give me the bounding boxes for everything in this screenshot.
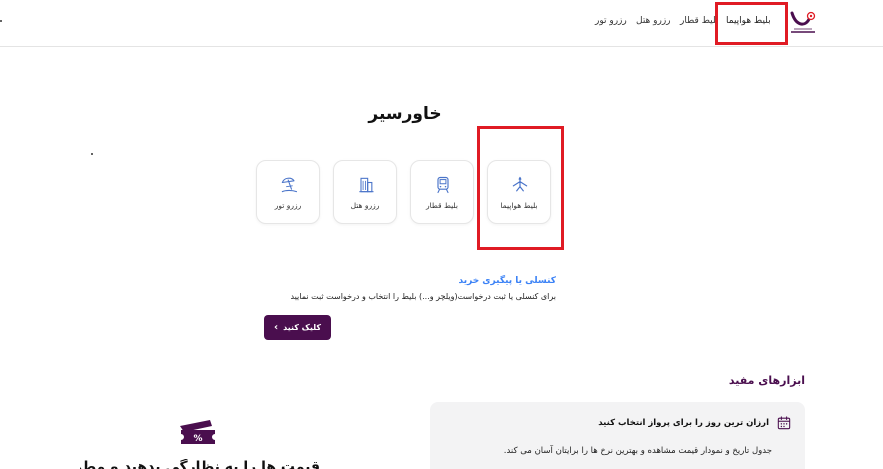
top-navbar: بلیط هواپیما بلیط قطار رزرو هتل رزرو تور [0,0,883,47]
price-compare-heading: قیمت ها را به نظارگی بدهید و مطمئن شوید [80,459,320,469]
nav-item-tour-reservation[interactable]: رزرو تور [595,16,627,26]
service-label-hotel: رزرو هتل [350,201,380,210]
ticket-discount-icon: % [180,420,215,444]
cheapest-day-title: ارزان ترین روز را برای پرواز انتخاب کنید [598,418,769,428]
nav-item-flight-ticket[interactable]: بلیط هواپیما [726,16,771,26]
service-label-flight: بلیط هواپیما [500,201,538,210]
service-card-flight[interactable]: بلیط هواپیما [487,160,551,224]
airplane-icon [512,176,528,192]
chevron-left-icon: ‹ [273,321,279,333]
brand-title: خاورسیر [368,104,442,124]
service-card-tour[interactable]: رزرو تور [256,160,320,224]
stray-dot [91,153,93,155]
calendar-icon [777,416,791,430]
click-here-label: کلیک کنید [283,323,322,332]
beach-umbrella-icon [281,177,298,193]
cancel-section-title[interactable]: کنسلی یا پیگیری خرید [459,276,556,286]
cancel-section-description: برای کنسلی یا ثبت درخواست(ویلچر و...) بل… [290,292,556,301]
service-label-tour: رزرو تور [274,201,302,210]
service-card-train[interactable]: بلیط قطار [410,160,474,224]
service-card-hotel[interactable]: رزرو هتل [333,160,397,224]
useful-tools-title: ابزارهای مفید [728,374,805,387]
click-here-button[interactable]: ‹ کلیک کنید [264,315,331,340]
cheapest-day-description: جدول تاریخ و نمودار قیمت مشاهده و بهترین… [503,446,772,456]
svg-text:%: % [193,434,202,444]
hotel-icon [359,177,374,193]
train-icon [437,176,449,194]
cheapest-day-card[interactable]: ارزان ترین روز را برای پرواز انتخاب کنید… [430,402,805,469]
khavarseir-logo-icon[interactable] [788,8,818,36]
nav-item-train-ticket[interactable]: بلیط قطار [680,16,718,26]
stray-dot [0,20,2,22]
nav-item-hotel-reservation[interactable]: رزرو هتل [636,16,671,26]
service-label-train: بلیط قطار [426,201,458,210]
